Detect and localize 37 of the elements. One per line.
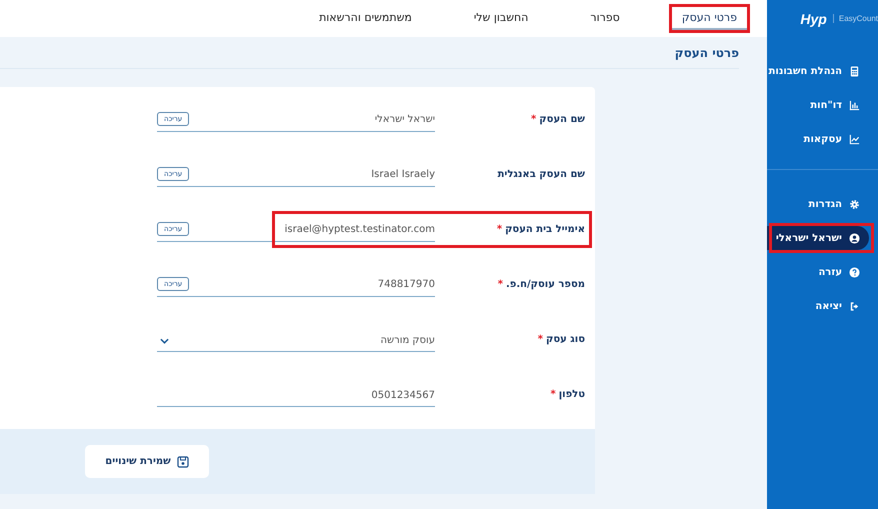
required-mark: *	[531, 114, 536, 125]
page-title: פרטי העסק	[0, 37, 739, 69]
field-label: שם העסק באנגלית	[498, 169, 585, 180]
logo: Hyp	[800, 10, 827, 26]
sidebar-item[interactable]: הגדרות	[767, 192, 878, 216]
help-icon	[849, 266, 860, 278]
required-mark: *	[498, 279, 503, 290]
nav-tab[interactable]: החשבון שלי	[464, 7, 538, 30]
sidebar-item[interactable]: עסקאות	[767, 127, 878, 151]
required-mark: *	[538, 334, 543, 345]
chevron-down-icon[interactable]	[160, 338, 169, 344]
sidebar-item[interactable]: הנהלת חשבונות	[767, 59, 878, 83]
required-mark: *	[496, 224, 502, 235]
save-button[interactable]: שמירת שינויים	[85, 445, 209, 478]
sidebar-item[interactable]: יציאה	[767, 294, 878, 318]
field-label: אימייל בית העסק	[505, 224, 585, 235]
product-name: EasyCount	[832, 14, 878, 23]
nav-tab[interactable]: משתמשים והרשאות	[309, 7, 422, 30]
save-icon	[176, 456, 189, 468]
calculator-icon	[849, 66, 860, 76]
required-mark: *	[550, 389, 556, 400]
sidebar-item[interactable]: דו"חות	[767, 93, 878, 117]
field-label: מספר עוסק/ח.פ.	[506, 279, 585, 290]
input-field[interactable]: עוסק מורשה	[157, 335, 435, 352]
bar-chart-icon	[849, 100, 860, 110]
nav-tab[interactable]: פרטי העסק	[672, 7, 747, 30]
line-chart-icon	[849, 134, 860, 144]
input-field[interactable]: 0501234567	[157, 390, 435, 407]
user-icon	[849, 232, 860, 244]
sidebar-item[interactable]: עזרה	[767, 260, 878, 284]
field-label: שם העסק	[539, 114, 585, 125]
logout-icon	[849, 300, 860, 312]
sidebar-item[interactable]: ישראל ישראלי	[767, 226, 869, 250]
field-label: סוג עסק	[546, 334, 585, 345]
settings-icon	[849, 198, 860, 210]
nav-tab[interactable]: ספרור	[580, 7, 630, 30]
field-label: טלפון	[558, 389, 585, 400]
